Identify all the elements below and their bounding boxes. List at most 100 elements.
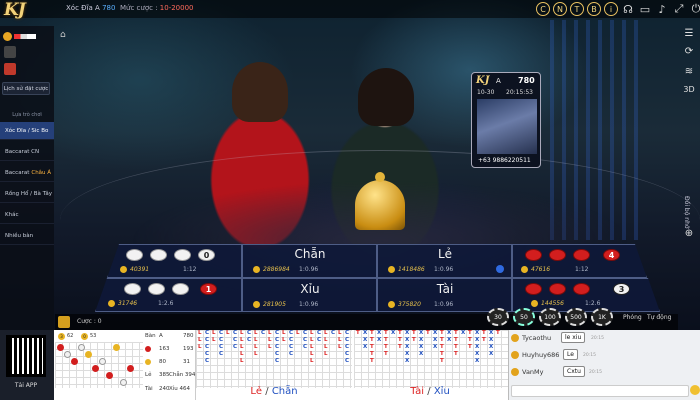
- red-chip: [525, 283, 542, 295]
- exit-icon[interactable]: ⏻: [689, 2, 700, 16]
- road-mark: C: [205, 337, 210, 343]
- road-mark: T: [384, 344, 388, 350]
- sidebar-item-multi-table[interactable]: Nhiều bàn: [0, 227, 54, 245]
- betting-board: 0 40391 1:12 1 31746 1:2.6 Chẵn 2886984 …: [95, 244, 675, 314]
- mini-stream-card[interactable]: KJ A 780 10-30 20:15:53 +63 9886220511: [471, 72, 541, 168]
- sidebar-item-baccarat-asia[interactable]: Baccarat Châu Á: [0, 164, 54, 182]
- b-icon[interactable]: B: [587, 2, 601, 16]
- bet-tai[interactable]: Tài 375820 1:0.96: [377, 278, 512, 312]
- road-mark: C: [275, 344, 280, 350]
- road-mark: T: [440, 358, 444, 364]
- road-mark: C: [289, 351, 294, 357]
- amount-coin-icon: [388, 301, 395, 308]
- road-mark: T: [454, 351, 458, 357]
- chat-time: 20:15: [591, 336, 604, 341]
- tv-icon[interactable]: ▭: [638, 2, 652, 16]
- avatar: [511, 334, 519, 342]
- n-icon[interactable]: N: [553, 2, 567, 16]
- road-mark: T: [384, 351, 388, 357]
- white-chip: [174, 249, 191, 261]
- bet-odds: 1:12: [183, 266, 197, 273]
- 3d-toggle[interactable]: 3D: [682, 82, 696, 96]
- road-mark: L: [240, 344, 244, 350]
- sidebar-item-xoc-dia[interactable]: Xóc Đĩa / Sic Bo: [0, 122, 54, 140]
- wifi-icon[interactable]: ≋: [682, 64, 696, 78]
- headset-icon[interactable]: ☊: [621, 2, 635, 16]
- wallet-icon[interactable]: [4, 46, 16, 58]
- road-mark: C: [205, 344, 210, 350]
- sidebar-item-other[interactable]: Khác: [0, 206, 54, 224]
- road-mark: T: [398, 330, 402, 336]
- road-mark: C: [233, 337, 238, 343]
- card-logo: KJ: [476, 75, 490, 86]
- bet-odds: 1:0.96: [434, 266, 454, 273]
- bet-three-white[interactable]: 1 31746 1:2.6: [95, 278, 242, 312]
- sidebar-item-label: Rồng Hổ / Bà Tây: [5, 190, 52, 197]
- road-mark: X: [363, 344, 368, 350]
- bet-history-button[interactable]: Lịch sử đặt cược: [2, 82, 50, 95]
- memory-label[interactable]: Đổi bộ nhớ: [683, 196, 690, 229]
- repeat-button[interactable]: Phóng: [623, 314, 642, 321]
- road-mark: L: [198, 337, 202, 343]
- chip-100[interactable]: 100: [539, 308, 561, 326]
- chip-500[interactable]: 500: [565, 308, 587, 326]
- sidebar-item-label: Nhiều bàn: [5, 232, 34, 239]
- sound-icon[interactable]: ♪: [655, 2, 669, 16]
- road-mark: X: [475, 358, 480, 364]
- game-title: Xóc Đĩa A 780: [66, 4, 115, 12]
- bet-xiu[interactable]: Xỉu 281905 1:0.96: [242, 278, 377, 312]
- road-mark: X: [405, 337, 410, 343]
- road-mark: T: [356, 330, 360, 336]
- t-icon[interactable]: T: [570, 2, 584, 16]
- shaker-bell: [355, 172, 405, 230]
- gift-icon[interactable]: [4, 63, 16, 75]
- chip-wallet-icon[interactable]: [58, 316, 70, 328]
- chip-30[interactable]: 30: [487, 308, 509, 326]
- chat-username: Tycaothu: [522, 334, 552, 342]
- road-mark: L: [240, 337, 244, 343]
- count-value: 62: [67, 333, 74, 339]
- amount-coin-icon: [120, 266, 127, 273]
- bead-road[interactable]: 3 62 0 53: [55, 330, 145, 400]
- bet-le[interactable]: Lẻ 1418486 1:0.96: [377, 244, 512, 278]
- bet-three-red[interactable]: 3 144556 1:2.6: [512, 278, 660, 312]
- auto-button[interactable]: Tự động: [647, 314, 671, 321]
- road-mark: T: [370, 358, 374, 364]
- zoom-in-icon[interactable]: ⊕: [682, 226, 696, 240]
- road-mark: C: [303, 344, 308, 350]
- road-mark: C: [219, 344, 224, 350]
- road-mark: T: [468, 344, 472, 350]
- bet-four-red[interactable]: 4 47616 1:12: [512, 244, 647, 278]
- fullscreen-icon[interactable]: ⤢: [672, 2, 686, 16]
- bet-name: Tài: [436, 282, 454, 296]
- sidebar-item-dragon-tiger[interactable]: Rồng Hổ / Bà Tây: [0, 185, 54, 203]
- bet-amount: 1418486: [398, 266, 425, 273]
- road-mark: L: [212, 337, 216, 343]
- bet-amount: 144556: [541, 300, 564, 307]
- app-download[interactable]: Tải APP: [0, 330, 54, 400]
- road-mark: L: [324, 330, 328, 336]
- emoji-icon[interactable]: [690, 385, 700, 395]
- chip-50[interactable]: 50: [513, 308, 535, 326]
- road-mark: C: [205, 351, 210, 357]
- amount-coin-icon: [253, 266, 260, 273]
- chip-1k[interactable]: 1K: [591, 308, 613, 326]
- bet-four-white[interactable]: 0 40391 1:12: [107, 244, 242, 278]
- top-toolbar: C N T B i ☊ ▭ ♪ ⤢ ⏻: [536, 2, 700, 16]
- road-mark: X: [377, 330, 382, 336]
- bead: [99, 358, 106, 365]
- video-toggle-icon[interactable]: ⌂: [60, 30, 72, 42]
- sidebar-item-baccarat-cn[interactable]: Baccarat CN: [0, 143, 54, 161]
- bet-chan[interactable]: Chẵn 2886984 1:0.96: [242, 244, 377, 278]
- bell-knob: [375, 172, 385, 182]
- chat-text: Le: [563, 349, 578, 360]
- road-mark: C: [233, 330, 238, 336]
- c-icon[interactable]: C: [536, 2, 550, 16]
- refresh-icon[interactable]: ⟳: [682, 44, 696, 58]
- road-mark: X: [489, 330, 494, 336]
- menu-icon[interactable]: ☰: [682, 26, 696, 40]
- count-badge: 3: [58, 333, 65, 340]
- info-icon[interactable]: i: [604, 2, 618, 16]
- chat-input[interactable]: [511, 385, 689, 397]
- road-mark: X: [475, 351, 480, 357]
